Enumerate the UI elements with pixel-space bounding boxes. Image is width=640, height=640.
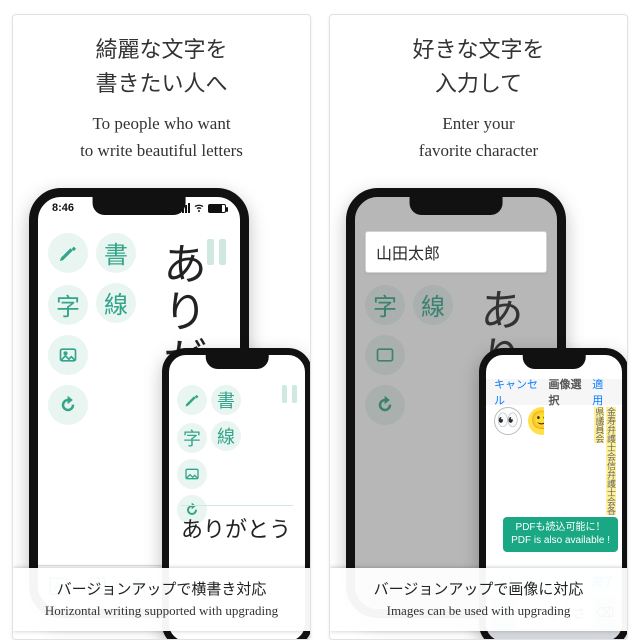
footer-en: Images can be used with upgrading [336, 603, 621, 619]
promo-panel-left: 綺麗な文字を書きたい人へ To people who wantto write … [12, 14, 311, 640]
kanji-ji-button[interactable]: 字 [48, 285, 88, 325]
footer-caption: バージョンアップで画像に対応 Images can be used with u… [330, 568, 627, 631]
pen-icon[interactable] [48, 233, 88, 273]
device-group: 8:46 書 線 字 ありがと [21, 188, 302, 588]
footer-caption: バージョンアップで横書き対応 Horizontal writing suppor… [13, 568, 310, 631]
headline-en: To people who wantto write beautiful let… [80, 111, 243, 164]
image-icon[interactable] [48, 335, 88, 375]
kanji-sen-button[interactable]: 線 [211, 421, 241, 451]
device-group: 字 線 あり 山田太郎 キャンセル 画像選択 適用 👀 🙂 [338, 188, 619, 588]
headline-jp: 綺麗な文字を書きたい人へ [95, 33, 227, 101]
footer-jp: バージョンアップで横書き対応 [19, 578, 304, 599]
pen-icon[interactable] [177, 385, 207, 415]
pdf-badge: PDFも読込可能に！PDF is also available ! [503, 517, 618, 552]
promo-panel-right: 好きな文字を入力して Enter yourfavorite character … [329, 14, 628, 640]
headline-jp: 好きな文字を入力して [412, 33, 544, 101]
notch [206, 355, 269, 369]
image-icon[interactable] [177, 459, 207, 489]
sample-text-block: 金寿弁護士会信弁護士会各県議員会 [544, 407, 616, 517]
footer-en: Horizontal writing supported with upgrad… [19, 603, 304, 619]
undo-icon[interactable] [48, 385, 88, 425]
footer-jp: バージョンアップで画像に対応 [336, 578, 621, 599]
notch [523, 355, 586, 369]
kanji-sho-button[interactable]: 書 [96, 233, 136, 273]
kanji-ji-button[interactable]: 字 [177, 423, 207, 453]
practice-text-horizontal: ありがとう [181, 505, 293, 544]
picker-header: キャンセル 画像選択 適用 [486, 379, 622, 405]
kanji-sho-button[interactable]: 書 [211, 385, 241, 415]
pause-icon[interactable] [282, 385, 297, 403]
picker-apply[interactable]: 適用 [592, 376, 614, 408]
notch [410, 197, 503, 215]
picker-title: 画像選択 [549, 376, 593, 408]
headline-en: Enter yourfavorite character [419, 111, 538, 164]
notch [93, 197, 186, 215]
kanji-sen-button[interactable]: 線 [96, 283, 136, 323]
picker-cancel[interactable]: キャンセル [494, 376, 549, 408]
name-input[interactable]: 山田太郎 [365, 231, 547, 273]
emoji-eyes-icon[interactable]: 👀 [494, 407, 522, 435]
